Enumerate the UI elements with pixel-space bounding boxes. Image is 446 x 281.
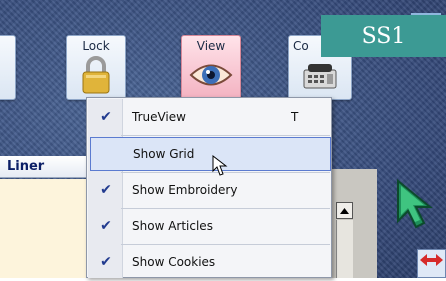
menu-item-label: Show Articles xyxy=(132,219,213,233)
telephone-icon xyxy=(289,54,351,96)
menu-item-show-cookies[interactable]: ✔ Show Cookies xyxy=(90,245,331,279)
select-arrow-icon[interactable] xyxy=(392,177,440,231)
menu-item-label: Show Grid xyxy=(133,147,195,161)
menu-item-show-grid[interactable]: Show Grid xyxy=(90,137,331,171)
view-button[interactable]: View xyxy=(181,35,241,100)
toolbar-button-partial[interactable] xyxy=(0,35,16,100)
menu-item-show-embroidery[interactable]: ✔ Show Embroidery xyxy=(90,173,331,207)
view-menu: ✔ TrueView T Show Grid ✔ Show Embroidery… xyxy=(86,97,332,278)
eye-icon xyxy=(182,54,240,96)
mouse-cursor-icon xyxy=(212,154,232,177)
scrollbar-track[interactable] xyxy=(336,220,353,278)
lock-label: Lock xyxy=(82,39,110,53)
lock-button[interactable]: Lock xyxy=(66,35,126,100)
panel-body xyxy=(0,179,92,278)
panel-title: Liner xyxy=(0,156,92,178)
menu-item-trueview[interactable]: ✔ TrueView T xyxy=(90,100,331,134)
ss1-badge: SS1 xyxy=(321,15,446,57)
menu-item-label: Show Embroidery xyxy=(132,183,238,197)
menu-item-shortcut: T xyxy=(291,110,299,124)
check-icon: ✔ xyxy=(100,109,112,125)
menu-item-label: Show Cookies xyxy=(132,255,216,269)
menu-item-show-articles[interactable]: ✔ Show Articles xyxy=(90,209,331,243)
check-icon: ✔ xyxy=(100,254,112,270)
check-icon: ✔ xyxy=(100,182,112,198)
view-label: View xyxy=(196,39,226,53)
scroll-up-button[interactable] xyxy=(336,202,353,219)
menu-item-label: TrueView xyxy=(132,110,186,124)
menu-separator xyxy=(121,135,330,136)
nav-arrows-icon[interactable] xyxy=(417,249,446,278)
padlock-icon xyxy=(67,54,125,96)
check-icon: ✔ xyxy=(100,218,112,234)
